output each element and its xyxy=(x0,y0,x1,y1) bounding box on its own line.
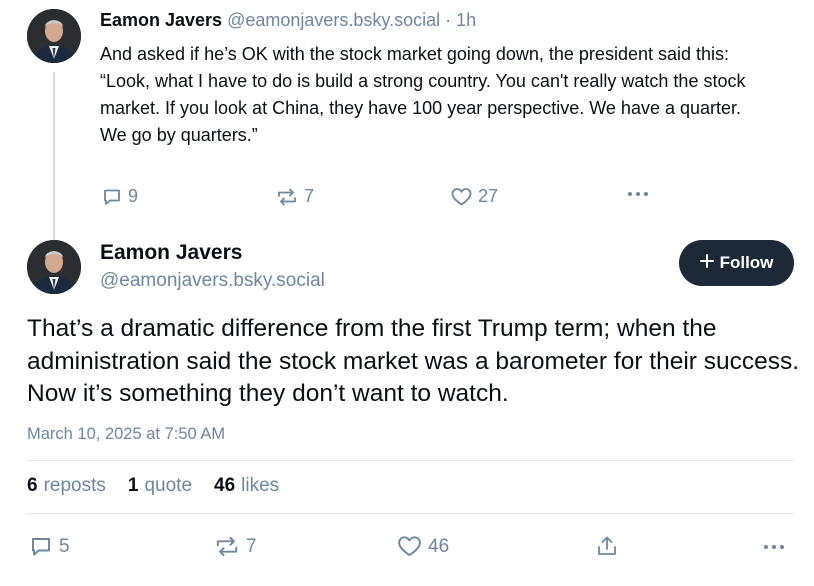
more-icon xyxy=(762,543,786,551)
follow-label: Follow xyxy=(719,253,774,272)
divider xyxy=(27,460,794,461)
reply-text-line: “Look, what I have to do is build a stro… xyxy=(100,71,746,145)
divider xyxy=(27,513,794,514)
reposts-stat-label: reposts xyxy=(43,475,106,496)
likes-stat[interactable]: 46 likes xyxy=(214,475,279,497)
more-button[interactable] xyxy=(762,543,786,551)
reposts-stat[interactable]: 6 reposts xyxy=(27,475,106,497)
share-button[interactable] xyxy=(595,534,619,558)
quotes-stat-label: quote xyxy=(144,475,193,496)
post-time[interactable]: 1h xyxy=(456,10,476,30)
likes-stat-count: 46 xyxy=(214,475,236,496)
avatar[interactable] xyxy=(27,9,81,63)
repost-icon xyxy=(276,187,298,207)
like-button[interactable]: 46 xyxy=(397,535,449,558)
reply-text-line: And asked if he’s OK with the stock mark… xyxy=(100,44,730,64)
reply-count: 5 xyxy=(59,535,70,557)
repost-count: 7 xyxy=(246,535,257,557)
share-icon xyxy=(595,534,619,558)
reposts-stat-count: 6 xyxy=(27,475,38,496)
post-timestamp[interactable]: March 10, 2025 at 7:50 AM xyxy=(27,425,225,444)
quotes-stat[interactable]: 1 quote xyxy=(128,475,192,497)
like-count: 27 xyxy=(478,186,499,206)
avatar[interactable] xyxy=(27,240,81,294)
follow-button[interactable]: Follow xyxy=(679,240,794,286)
quotes-stat-count: 1 xyxy=(127,475,139,496)
reply-button[interactable]: 9 xyxy=(102,186,138,207)
likes-stat-label: likes xyxy=(241,475,280,496)
reply-icon xyxy=(29,535,53,558)
author-handle[interactable]: @eamonjavers.bsky.social xyxy=(100,270,325,292)
more-button[interactable] xyxy=(626,190,650,198)
author-name[interactable]: Eamon Javers xyxy=(100,241,242,265)
repost-button[interactable]: 7 xyxy=(276,186,314,207)
plus-icon xyxy=(699,253,714,273)
more-icon xyxy=(626,190,650,198)
heart-icon xyxy=(451,187,472,207)
engagement-stats: 6 reposts 1 quote 46 likes xyxy=(27,475,279,497)
repost-button[interactable]: 7 xyxy=(214,535,257,558)
like-button[interactable]: 27 xyxy=(451,186,498,207)
reply-header: Eamon Javers @eamonjavers.bsky.social · … xyxy=(100,10,476,31)
reply-text: And asked if he’s OK with the stock mark… xyxy=(100,41,760,149)
time-separator: · xyxy=(440,10,457,30)
author-handle[interactable]: @eamonjavers.bsky.social xyxy=(227,10,440,30)
repost-icon xyxy=(214,535,240,558)
reply-button[interactable]: 5 xyxy=(29,535,70,558)
post-text: That’s a dramatic difference from the fi… xyxy=(27,315,800,407)
thread-line xyxy=(53,72,55,240)
heart-icon xyxy=(397,535,422,558)
like-count: 46 xyxy=(428,535,450,557)
reply-icon xyxy=(102,187,122,207)
author-name[interactable]: Eamon Javers xyxy=(100,10,222,30)
repost-count: 7 xyxy=(304,186,315,206)
reply-count: 9 xyxy=(128,186,139,206)
